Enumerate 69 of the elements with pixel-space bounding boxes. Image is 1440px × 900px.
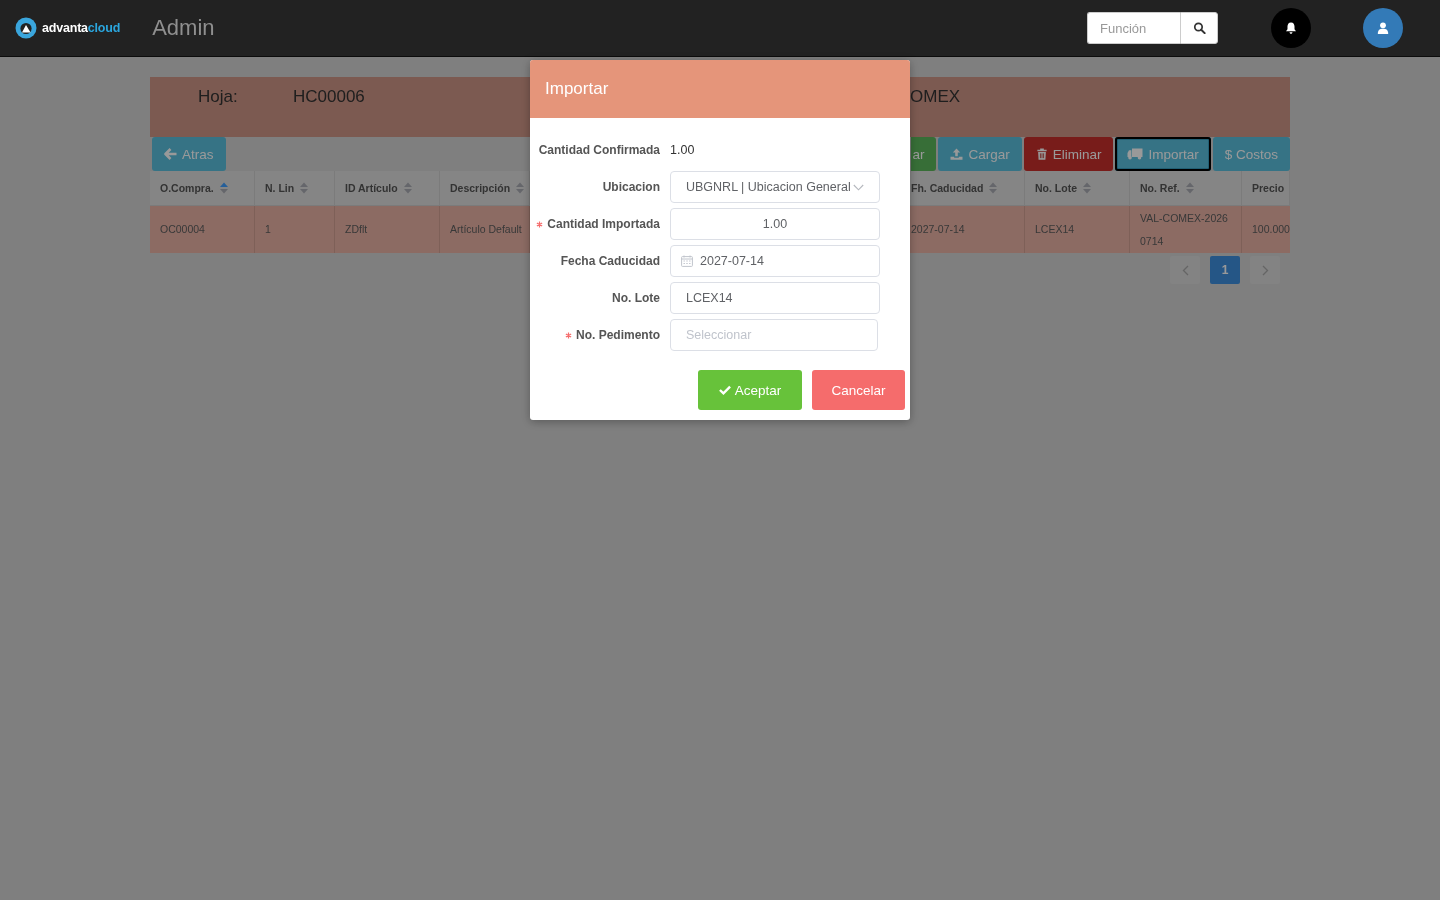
arrow-left-icon bbox=[164, 148, 177, 160]
trash-icon bbox=[1035, 148, 1048, 160]
column-label: No. Ref. bbox=[1140, 182, 1180, 194]
table-cell: 2027-07-14 bbox=[910, 206, 1025, 253]
app-title: Admin bbox=[152, 15, 215, 41]
table-cell: 1 bbox=[255, 206, 335, 253]
column-label: Precio bbox=[1252, 182, 1285, 194]
table-cell: VAL-COMEX-20260714 bbox=[1130, 206, 1242, 253]
sort-icon[interactable] bbox=[1083, 182, 1091, 194]
table-cell: OC00004 bbox=[150, 206, 255, 253]
brand-name[interactable]: advantacloud bbox=[42, 21, 121, 35]
action-button[interactable]: ar bbox=[911, 137, 937, 171]
select-field[interactable]: Seleccionar bbox=[670, 319, 878, 351]
column-label: ID Artículo bbox=[345, 182, 398, 194]
previous-page-button[interactable] bbox=[1170, 256, 1200, 284]
page-button[interactable]: 1 bbox=[1210, 256, 1240, 284]
user-icon bbox=[1377, 22, 1389, 34]
costs-button[interactable]: $ Costos bbox=[1212, 137, 1290, 171]
column-label: Descripción bbox=[450, 182, 511, 194]
sort-icon[interactable] bbox=[300, 182, 309, 194]
sort-icon[interactable] bbox=[516, 182, 525, 194]
column-label: O.Compra. bbox=[160, 182, 214, 194]
sheet-text: OMEX bbox=[910, 87, 961, 107]
cancel-button[interactable]: Cancelar bbox=[812, 370, 905, 410]
sort-icon[interactable] bbox=[1185, 182, 1194, 194]
column-label: No. Lote bbox=[1035, 182, 1077, 194]
sort-icon[interactable] bbox=[219, 182, 228, 194]
chevron-down-icon bbox=[853, 183, 864, 191]
field-label: No. Lote bbox=[612, 291, 660, 305]
chevron-left-icon bbox=[1181, 264, 1189, 276]
sheet-number: HC00006 bbox=[293, 87, 365, 107]
number-input[interactable]: 1.00 bbox=[670, 208, 880, 240]
dialog-title: Importar bbox=[545, 79, 609, 99]
search-button[interactable] bbox=[1180, 12, 1218, 44]
delete-button[interactable]: Eliminar bbox=[1023, 137, 1114, 171]
table-cell: Artículo Default bbox=[440, 206, 530, 253]
calendar-icon bbox=[681, 255, 693, 267]
column-label: Fh. Caducidad bbox=[911, 182, 984, 194]
sort-icon[interactable] bbox=[989, 182, 998, 194]
accept-button[interactable]: Aceptar bbox=[698, 370, 802, 410]
date-field[interactable]: 2027-07-14 bbox=[670, 245, 880, 277]
table-cell: ZDflt bbox=[335, 206, 440, 253]
column-label: N. Lin bbox=[265, 182, 295, 194]
notifications-button[interactable] bbox=[1271, 8, 1311, 48]
chevron-right-icon bbox=[1261, 264, 1269, 276]
upload-icon bbox=[950, 148, 964, 160]
truck-icon bbox=[1127, 148, 1144, 160]
sheet-label: Hoja: bbox=[198, 87, 238, 107]
sort-icon[interactable] bbox=[403, 182, 412, 194]
upload-button[interactable]: Cargar bbox=[938, 137, 1022, 171]
table-cell: 100.000 bbox=[1242, 206, 1290, 253]
field-label: Ubicacion bbox=[602, 180, 660, 194]
check-icon bbox=[718, 384, 731, 396]
back-button[interactable]: Atras bbox=[152, 137, 226, 171]
field-label: Fecha Caducidad bbox=[560, 254, 660, 268]
select-field[interactable]: UBGNRL | Ubicacion General bbox=[670, 171, 880, 203]
next-page-button[interactable] bbox=[1250, 256, 1280, 284]
field-label: Cantidad Confirmada bbox=[538, 143, 660, 157]
logo-icon[interactable] bbox=[14, 17, 38, 39]
field-label: No. Pedimento bbox=[576, 328, 660, 342]
field-value: 1.00 bbox=[670, 143, 695, 157]
text-input[interactable]: LCEX14 bbox=[670, 282, 880, 314]
search-icon bbox=[1192, 22, 1206, 34]
bell-icon bbox=[1285, 22, 1297, 34]
import-button[interactable]: Importar bbox=[1115, 137, 1211, 171]
table-cell: LCEX14 bbox=[1025, 206, 1130, 253]
field-label: Cantidad Importada bbox=[547, 217, 660, 231]
search-field[interactable]: Función bbox=[1087, 12, 1180, 44]
user-button[interactable] bbox=[1363, 8, 1403, 48]
